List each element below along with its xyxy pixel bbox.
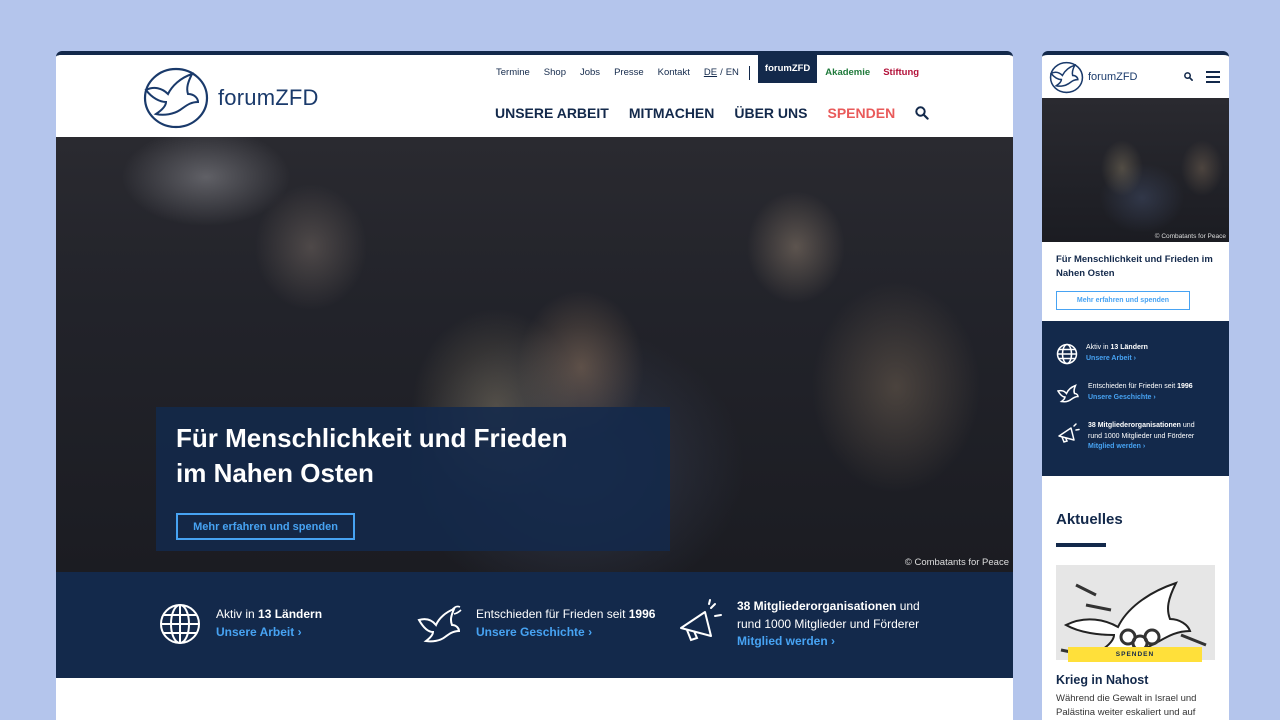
fact-highlight: 13 Ländern bbox=[258, 607, 323, 621]
fact-text-line2: rund 1000 Mitglieder und Förderer bbox=[1088, 432, 1195, 440]
mobile-facts-band: Aktiv in 13 Ländern Unsere Arbeit › Ents… bbox=[1042, 321, 1229, 476]
fact-members: 38 Mitgliederorganisationen und rund 100… bbox=[675, 598, 920, 651]
hamburger-menu-icon[interactable] bbox=[1206, 71, 1220, 86]
fact-highlight: 1996 bbox=[628, 607, 656, 621]
nav-spenden[interactable]: SPENDEN bbox=[828, 105, 896, 121]
facts-band: Aktiv in 13 Ländern Unsere Arbeit › Ents… bbox=[56, 572, 1013, 678]
link-unsere-geschichte[interactable]: Unsere Geschichte › bbox=[476, 624, 655, 642]
fact-since: Entschieden für Frieden seit 1996 Unsere… bbox=[416, 602, 655, 646]
fact-text: und bbox=[1180, 422, 1195, 429]
hero-title-line2: im Nahen Osten bbox=[176, 458, 374, 488]
desktop-frame: forumZFD Termine Shop Jobs Presse Kontak… bbox=[56, 51, 1013, 720]
site-header: forumZFD Termine Shop Jobs Presse Kontak… bbox=[56, 55, 1013, 137]
dove-chain-illustration bbox=[1056, 565, 1215, 660]
fact-text: Aktiv in bbox=[1086, 344, 1111, 351]
globe-icon bbox=[1056, 343, 1078, 365]
lang-separator: / bbox=[720, 67, 723, 78]
news-card-text: Während die Gewalt in Israel und Palästi… bbox=[1056, 693, 1197, 718]
hero-teaser: Für Menschlichkeit und Frieden im Nahen … bbox=[156, 407, 670, 551]
logo[interactable]: forumZFD bbox=[140, 64, 319, 130]
topnav-shop[interactable]: Shop bbox=[544, 67, 566, 78]
hero-image: Für Menschlichkeit und Frieden im Nahen … bbox=[56, 137, 1013, 572]
topnav-forumzfd[interactable]: forumZFD bbox=[757, 55, 818, 83]
fact-highlight: 38 Mitgliederorganisationen bbox=[1088, 422, 1181, 429]
chevron-right-icon: › bbox=[1142, 443, 1146, 450]
fact-text-line2: rund 1000 Mitglieder und Förderer bbox=[737, 616, 920, 631]
nav-ueber-uns[interactable]: ÜBER UNS bbox=[734, 105, 807, 121]
dove-logo-icon bbox=[143, 67, 209, 129]
news-card-image[interactable] bbox=[1056, 565, 1215, 660]
topnav-presse[interactable]: Presse bbox=[614, 67, 644, 78]
topnav-jobs[interactable]: Jobs bbox=[580, 67, 600, 78]
content-area bbox=[56, 678, 1013, 720]
nav-unsere-arbeit[interactable]: UNSERE ARBEIT bbox=[495, 105, 609, 121]
hero-title-line1: Für Menschlichkeit und Frieden bbox=[176, 423, 568, 453]
photo-credit: © Combatants for Peace bbox=[904, 557, 1009, 568]
learn-more-donate-button[interactable]: Mehr erfahren und spenden bbox=[176, 513, 355, 540]
link-unsere-arbeit[interactable]: Unsere Arbeit › bbox=[216, 624, 322, 642]
hero-title: Für Menschlichkeit und Frieden im Nahen … bbox=[176, 421, 650, 491]
link-unsere-geschichte[interactable]: Unsere Geschichte › bbox=[1088, 393, 1193, 404]
search-icon[interactable] bbox=[1184, 72, 1193, 81]
fact-countries: Aktiv in 13 Ländern Unsere Arbeit › bbox=[158, 602, 322, 646]
mobile-hero-title: Für Menschlichkeit und Frieden im Nahen … bbox=[1056, 254, 1213, 279]
mobile-header: forumZFD bbox=[1042, 55, 1229, 98]
chevron-right-icon: › bbox=[831, 634, 836, 648]
fact-text: Aktiv in bbox=[216, 607, 259, 621]
nav-mitmachen[interactable]: MITMACHEN bbox=[629, 105, 715, 121]
divider bbox=[748, 65, 750, 80]
news-card-title[interactable]: Krieg in Nahost bbox=[1056, 673, 1148, 687]
mobile-learn-more-button[interactable]: Mehr erfahren und spenden bbox=[1056, 291, 1190, 310]
brand-name: forumZFD bbox=[1088, 71, 1138, 83]
globe-icon bbox=[160, 604, 200, 644]
link-mitglied-werden[interactable]: Mitglied werden › bbox=[1088, 442, 1195, 453]
link-unsere-arbeit[interactable]: Unsere Arbeit › bbox=[1086, 354, 1148, 365]
fact-highlight: 13 Ländern bbox=[1110, 344, 1148, 351]
fact-text: und bbox=[896, 599, 920, 613]
chevron-right-icon: › bbox=[1133, 354, 1136, 362]
donate-badge: SPENDEN bbox=[1068, 647, 1202, 662]
link-mitglied-werden[interactable]: Mitglied werden › bbox=[737, 633, 920, 651]
lang-de[interactable]: DE bbox=[704, 67, 717, 78]
dove-icon bbox=[1056, 384, 1079, 403]
brand-name: forumZFD bbox=[218, 85, 319, 110]
fact-members: 38 Mitgliederorganisationen und rund 100… bbox=[1056, 421, 1195, 453]
photo-credit: © Combatants for Peace bbox=[1154, 233, 1226, 240]
fact-highlight: 38 Mitgliederorganisationen bbox=[737, 599, 897, 613]
mobile-hero-image: © Combatants for Peace bbox=[1042, 98, 1229, 242]
fact-countries: Aktiv in 13 Ländern Unsere Arbeit › bbox=[1056, 343, 1148, 365]
megaphone-icon bbox=[680, 599, 722, 642]
topnav-termine[interactable]: Termine bbox=[496, 67, 530, 78]
megaphone-icon bbox=[1058, 423, 1080, 443]
fact-highlight: 1996 bbox=[1177, 383, 1193, 390]
fact-since: Entschieden für Frieden seit 1996 Unsere… bbox=[1056, 382, 1193, 404]
chevron-right-icon: › bbox=[1153, 393, 1156, 401]
news-heading: Aktuelles bbox=[1056, 511, 1123, 528]
lang-en[interactable]: EN bbox=[726, 67, 739, 78]
heading-underline bbox=[1056, 543, 1106, 547]
fact-text: Entschieden für Frieden seit bbox=[476, 607, 629, 621]
topnav-akademie[interactable]: Akademie bbox=[825, 67, 870, 78]
search-icon[interactable] bbox=[915, 106, 929, 120]
mobile-frame: forumZFD © Combatants for Peace Für Mens… bbox=[1042, 51, 1229, 720]
fact-text: Entschieden für Frieden seit bbox=[1088, 383, 1178, 390]
main-nav: UNSERE ARBEIT MITMACHEN ÜBER UNS SPENDEN bbox=[495, 105, 929, 121]
chevron-right-icon: › bbox=[297, 624, 302, 639]
dove-logo-icon bbox=[1049, 61, 1084, 94]
top-nav: Termine Shop Jobs Presse Kontakt DE / EN… bbox=[496, 55, 933, 83]
topnav-stiftung[interactable]: Stiftung bbox=[883, 67, 919, 78]
mobile-logo[interactable]: forumZFD bbox=[1048, 60, 1138, 94]
topnav-kontakt[interactable]: Kontakt bbox=[658, 67, 690, 78]
language-switch: DE / EN bbox=[704, 67, 739, 78]
chevron-right-icon: › bbox=[588, 624, 593, 639]
dove-icon bbox=[417, 605, 462, 643]
